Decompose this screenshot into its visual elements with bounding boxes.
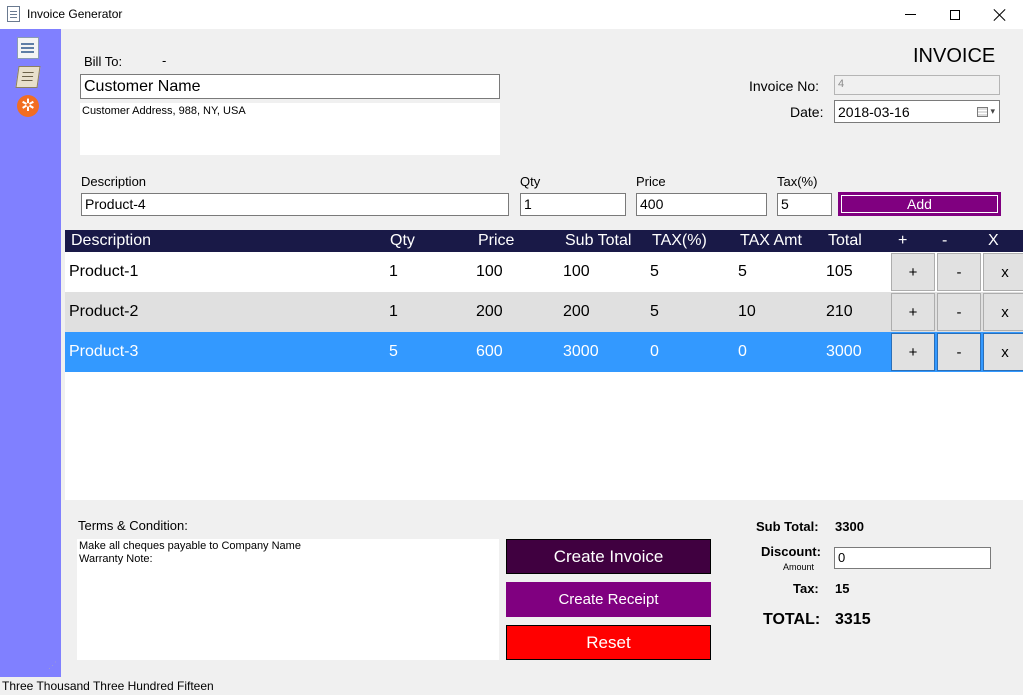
left-sidebar: ✲	[0, 29, 61, 677]
cell-tax-amt: 10	[738, 303, 756, 320]
add-button[interactable]: Add	[838, 192, 1001, 216]
cell-price: 600	[476, 343, 503, 360]
cell-tax-amt: 0	[738, 343, 747, 360]
terms-textarea[interactable]: Make all cheques payable to Company Name…	[77, 539, 499, 660]
cell-qty: 1	[389, 263, 398, 280]
price-input[interactable]: 400	[636, 193, 767, 216]
cell-price: 100	[476, 263, 503, 280]
discount-sub-label: Amount	[783, 562, 815, 572]
total-label: TOTAL:	[763, 611, 821, 628]
cell-tax-pct: 5	[650, 303, 659, 320]
tax-input[interactable]: 5	[777, 193, 832, 216]
calendar-dropdown-icon[interactable]: ▾	[977, 106, 995, 117]
reset-button[interactable]: Reset	[506, 625, 711, 660]
date-picker[interactable]: 2018-03-16 ▾	[834, 100, 1000, 123]
cell-tax-amt: 5	[738, 263, 747, 280]
maximize-button[interactable]	[932, 0, 978, 29]
customer-name-input[interactable]: Customer Name	[80, 74, 500, 99]
col-qty[interactable]: Qty	[390, 232, 415, 250]
invoice-heading: INVOICE	[913, 45, 996, 67]
col-tax-amt[interactable]: TAX Amt	[740, 232, 802, 250]
remove-row-button[interactable]: x	[983, 293, 1023, 331]
col-tax-pct[interactable]: TAX(%)	[652, 232, 707, 250]
bill-to-label: Bill To:	[84, 54, 123, 69]
col-subtotal[interactable]: Sub Total	[565, 232, 631, 250]
cell-tax-pct: 0	[650, 343, 659, 360]
cell-qty: 1	[389, 303, 398, 320]
invoice-doc-icon[interactable]	[17, 37, 39, 59]
col-price[interactable]: Price	[478, 232, 514, 250]
table-row[interactable]: Product-2 1 200 200 5 10 210 + - x	[65, 292, 1023, 332]
table-row[interactable]: Product-1 1 100 100 5 5 105 + - x	[65, 252, 1023, 292]
price-label: Price	[636, 174, 666, 189]
cell-description: Product-2	[69, 303, 139, 320]
col-remove[interactable]: X	[988, 232, 999, 250]
cell-total: 3000	[826, 343, 862, 360]
cell-description: Product-1	[69, 263, 139, 280]
date-value: 2018-03-16	[838, 103, 910, 120]
cell-subtotal: 100	[563, 263, 590, 280]
grid-header: Description Qty Price Sub Total TAX(%) T…	[65, 230, 1023, 252]
title-bar: Invoice Generator	[0, 0, 1023, 29]
decrease-qty-button[interactable]: -	[937, 333, 981, 371]
minimize-button[interactable]	[887, 0, 933, 29]
tax-label: Tax(%)	[777, 174, 818, 189]
decrease-qty-button[interactable]: -	[937, 293, 981, 331]
resize-grip-icon[interactable]: ⋰	[48, 660, 58, 670]
increase-qty-button[interactable]: +	[891, 333, 935, 371]
cell-description: Product-3	[69, 343, 139, 360]
add-button-label: Add	[841, 195, 998, 213]
amount-in-words: Three Thousand Three Hundred Fifteen	[2, 679, 214, 693]
cell-subtotal: 200	[563, 303, 590, 320]
increase-qty-button[interactable]: +	[891, 253, 935, 291]
description-input[interactable]: Product-4	[81, 193, 509, 216]
cell-subtotal: 3000	[563, 343, 599, 360]
date-label: Date:	[790, 104, 824, 120]
customer-address-input[interactable]: Customer Address, 988, NY, USA	[80, 103, 500, 155]
qty-input[interactable]: 1	[520, 193, 626, 216]
status-bar: Three Thousand Three Hundred Fifteen	[0, 677, 1023, 695]
cell-total: 105	[826, 263, 853, 280]
decrease-qty-button[interactable]: -	[937, 253, 981, 291]
invoice-generator-window: Invoice Generator ✲ ⋰ Bill To: - Custome…	[0, 0, 1023, 695]
description-label: Description	[81, 174, 147, 189]
discount-input[interactable]: 0	[834, 547, 991, 569]
terms-label: Terms & Condition:	[78, 518, 188, 533]
discount-label: Discount:	[761, 544, 821, 559]
bill-to-value: -	[162, 53, 167, 68]
items-grid[interactable]: Description Qty Price Sub Total TAX(%) T…	[65, 230, 1023, 500]
remove-row-button[interactable]: x	[983, 253, 1023, 291]
col-total[interactable]: Total	[828, 232, 862, 250]
window-title: Invoice Generator	[27, 7, 123, 21]
gear-icon[interactable]: ✲	[17, 95, 39, 117]
col-plus[interactable]: +	[898, 232, 907, 250]
col-minus[interactable]: -	[942, 232, 947, 250]
cell-qty: 5	[389, 343, 398, 360]
cell-total: 210	[826, 303, 853, 320]
create-receipt-button[interactable]: Create Receipt	[506, 582, 711, 617]
subtotal-value: 3300	[835, 519, 864, 534]
invoice-no-label: Invoice No:	[749, 78, 820, 94]
maximize-icon	[950, 9, 960, 20]
cell-tax-pct: 5	[650, 263, 659, 280]
tax-summary-label: Tax:	[793, 581, 819, 596]
remove-row-button[interactable]: x	[983, 333, 1023, 371]
close-button[interactable]	[977, 0, 1023, 29]
cell-price: 200	[476, 303, 503, 320]
create-invoice-button[interactable]: Create Invoice	[506, 539, 711, 574]
table-row-selected[interactable]: Product-3 5 600 3000 0 0 3000 + - x	[65, 332, 1023, 372]
qty-label: Qty	[520, 174, 541, 189]
tax-summary-value: 15	[835, 581, 850, 596]
app-document-icon	[7, 6, 20, 22]
subtotal-label: Sub Total:	[756, 519, 819, 534]
invoice-no-field: 4	[834, 75, 1000, 95]
minimize-icon	[904, 14, 916, 15]
increase-qty-button[interactable]: +	[891, 293, 935, 331]
close-icon	[993, 8, 1007, 22]
total-value: 3315	[835, 611, 871, 628]
col-description[interactable]: Description	[71, 232, 151, 250]
receipt-icon[interactable]	[15, 66, 41, 88]
